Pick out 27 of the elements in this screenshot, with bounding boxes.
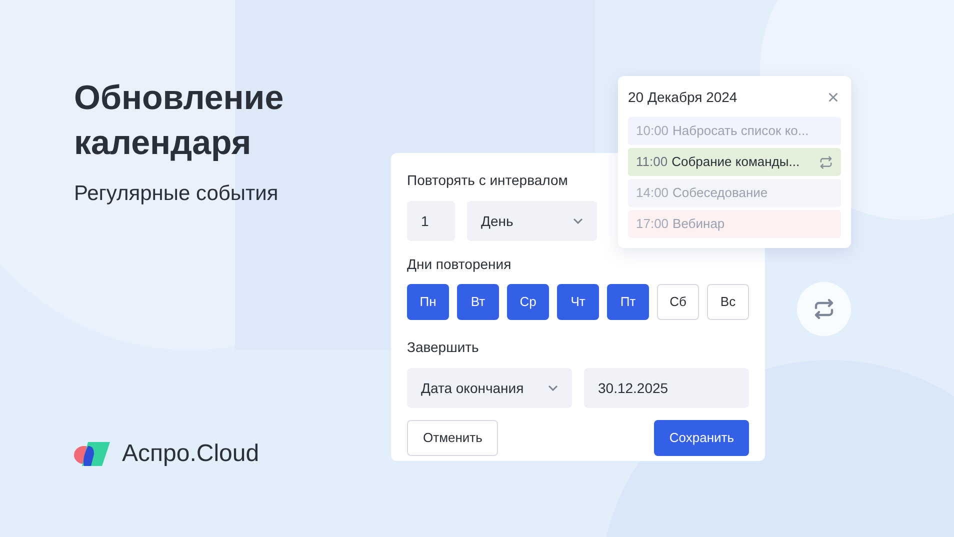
- save-button[interactable]: Сохранить: [654, 420, 749, 456]
- logo-icon: [74, 442, 110, 466]
- weekday-toggle[interactable]: Чт: [557, 284, 599, 320]
- headline: Обновление календаря: [74, 78, 285, 164]
- weekday-toggle[interactable]: Пт: [607, 284, 649, 320]
- subtitle: Регулярные события: [74, 181, 280, 207]
- unit-dropdown[interactable]: День: [467, 201, 597, 241]
- weekday-toggle[interactable]: Вс: [707, 284, 749, 320]
- weekday-toggle[interactable]: Ср: [507, 284, 549, 320]
- weekday-toggle[interactable]: Пн: [407, 284, 449, 320]
- weekday-toggle[interactable]: Сб: [657, 284, 699, 320]
- field-label: Завершить: [407, 338, 480, 357]
- close-button[interactable]: ×: [827, 90, 839, 106]
- chevron-icon: [573, 218, 583, 224]
- field-label: Повторять с интервалом: [407, 171, 569, 190]
- chevron-icon: [548, 385, 558, 391]
- field-label: Дни повторения: [407, 255, 512, 274]
- end-mode-dropdown[interactable]: Дата окончания: [407, 368, 572, 408]
- end-date-field[interactable]: 30.12.2025: [584, 368, 749, 408]
- popup-title: 20 Декабря 2024: [628, 88, 738, 107]
- interval-field[interactable]: 1: [407, 201, 455, 241]
- brand-name: Аспро.Cloud: [122, 439, 260, 469]
- repeat-icon: [819, 156, 833, 168]
- event-item[interactable]: 11:00 Собрание команды...: [628, 148, 841, 176]
- cancel-button[interactable]: Отменить: [407, 420, 498, 456]
- repeat-icon: [813, 299, 835, 319]
- weekday-toggle[interactable]: Вт: [457, 284, 499, 320]
